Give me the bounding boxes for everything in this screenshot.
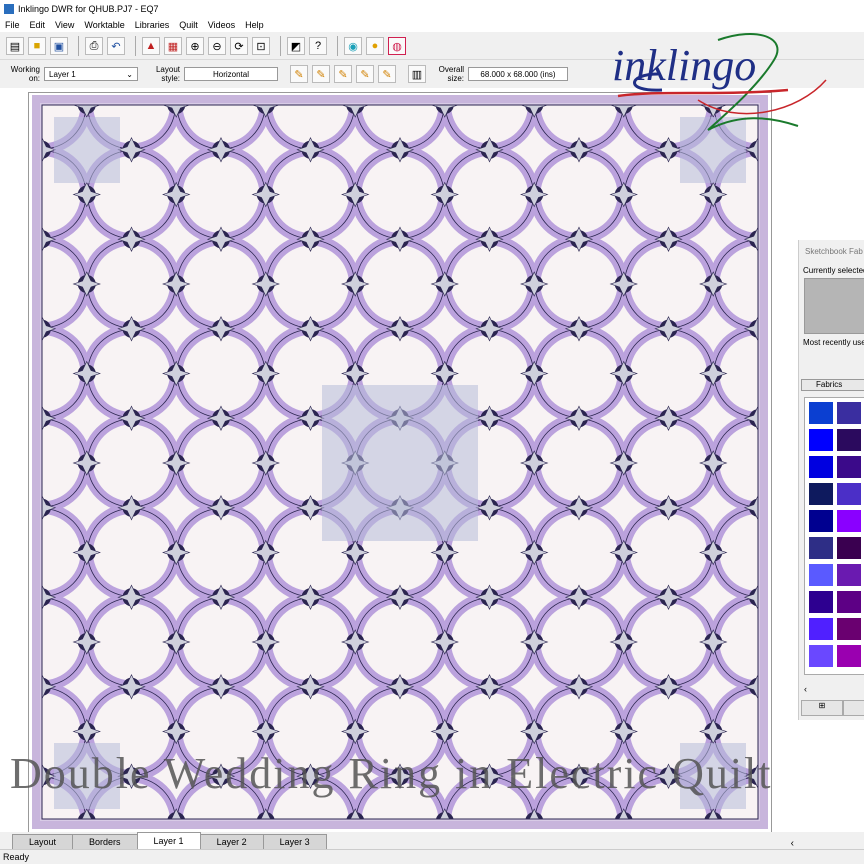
- menu-videos[interactable]: Videos: [203, 20, 240, 30]
- tab-borders[interactable]: Borders: [72, 834, 138, 849]
- tab-layer-2[interactable]: Layer 2: [199, 834, 264, 849]
- refresh-icon[interactable]: ⟳: [230, 37, 248, 55]
- zoom-in-icon[interactable]: ⊕: [186, 37, 204, 55]
- grid-view-button[interactable]: ⊞: [801, 700, 843, 716]
- menu-help[interactable]: Help: [240, 20, 269, 30]
- help-icon[interactable]: ?: [309, 37, 327, 55]
- color-tool-icon[interactable]: ●: [366, 37, 384, 55]
- blue-block: [54, 117, 120, 183]
- menu-file[interactable]: File: [0, 20, 25, 30]
- grid-view-icon[interactable]: ▥: [408, 65, 426, 83]
- status-bar: Ready: [0, 849, 864, 864]
- menu-edit[interactable]: Edit: [25, 20, 51, 30]
- toolbar-divider: [280, 36, 281, 56]
- fabric-swatch[interactable]: [837, 564, 861, 586]
- scroll-left-icon[interactable]: ‹: [804, 684, 807, 694]
- fabric-swatch[interactable]: [809, 618, 833, 640]
- image-caption: Double Wedding Ring in Electric Quilt: [10, 749, 773, 798]
- fabric-palette: [804, 397, 864, 675]
- overall-size-value: 68.000 x 68.000 (ins): [480, 69, 556, 79]
- layout-style-field[interactable]: Horizontal: [184, 67, 278, 81]
- selected-fabric-swatch: [804, 278, 864, 334]
- window-title: Inklingo DWR for QHUB.PJ7 - EQ7: [18, 3, 159, 14]
- worktable-tabs: Layout Borders Layer 1 Layer 2 Layer 3 ‹: [0, 832, 864, 849]
- new-icon[interactable]: ▤: [6, 37, 24, 55]
- save-icon[interactable]: ▣: [50, 37, 68, 55]
- fabric-tool-icon[interactable]: ◍: [388, 37, 406, 55]
- working-on-select[interactable]: Layer 1 ⌄: [44, 67, 138, 81]
- list-view-button[interactable]: [843, 700, 864, 716]
- undo-icon[interactable]: ↶: [107, 37, 125, 55]
- sketchbook-fabrics-panel: Sketchbook Fab Currently selected Most r…: [798, 240, 864, 720]
- chevron-down-icon: ⌄: [126, 69, 133, 79]
- eyedropper-tool-icon[interactable]: ✎: [378, 65, 396, 83]
- layout-tool-icon[interactable]: ◩: [287, 37, 305, 55]
- fabric-swatch[interactable]: [809, 564, 833, 586]
- fabric-swatch[interactable]: [809, 537, 833, 559]
- fabric-swatch[interactable]: [809, 402, 833, 424]
- most-recently-used-label: Most recently use: [803, 338, 864, 347]
- swap-tool-icon[interactable]: ✎: [356, 65, 374, 83]
- camera-icon[interactable]: ◉: [344, 37, 362, 55]
- brush-tool-icon[interactable]: ✎: [312, 65, 330, 83]
- fabric-swatch[interactable]: [837, 402, 861, 424]
- menu-worktable[interactable]: Worktable: [79, 20, 129, 30]
- toolbar-divider: [337, 36, 338, 56]
- fabric-swatch[interactable]: [809, 456, 833, 478]
- zoom-out-icon[interactable]: ⊖: [208, 37, 226, 55]
- fabric-swatch[interactable]: [837, 591, 861, 613]
- status-text: Ready: [3, 852, 30, 862]
- open-icon[interactable]: ■: [28, 37, 46, 55]
- fabric-swatch[interactable]: [809, 483, 833, 505]
- pencil-tool-icon[interactable]: ✎: [290, 65, 308, 83]
- fit-to-worktable-icon[interactable]: ⊡: [252, 37, 270, 55]
- print-icon[interactable]: ⎙: [85, 37, 103, 55]
- layout-style-label: Layout style:: [155, 65, 180, 83]
- working-on-value: Layer 1: [49, 69, 76, 79]
- toolbar-divider: [135, 36, 136, 56]
- tab-layout[interactable]: Layout: [12, 834, 74, 849]
- fabric-swatch[interactable]: [809, 510, 833, 532]
- svg-text:inklingo: inklingo: [612, 41, 756, 90]
- scroll-left-icon[interactable]: ‹: [791, 838, 794, 849]
- fabric-swatch[interactable]: [837, 483, 861, 505]
- toolbar-divider: [78, 36, 79, 56]
- add-to-sketchbook-icon[interactable]: ▲: [142, 37, 160, 55]
- currently-selected-label: Currently selected: [803, 266, 864, 275]
- panel-title: Sketchbook Fab: [805, 247, 863, 256]
- working-on-label: Working on:: [10, 65, 40, 83]
- menu-quilt[interactable]: Quilt: [174, 20, 203, 30]
- fabric-swatch[interactable]: [837, 645, 861, 667]
- fabric-swatch[interactable]: [809, 429, 833, 451]
- fabric-swatch[interactable]: [837, 537, 861, 559]
- overall-size-field[interactable]: 68.000 x 68.000 (ins): [468, 67, 568, 81]
- tab-layer-3[interactable]: Layer 3: [262, 834, 327, 849]
- fabric-swatch[interactable]: [837, 456, 861, 478]
- inklingo-logo: inklingo: [612, 33, 827, 131]
- layout-style-value: Horizontal: [212, 69, 249, 79]
- menu-view[interactable]: View: [50, 20, 79, 30]
- title-bar: Inklingo DWR for QHUB.PJ7 - EQ7: [0, 0, 864, 17]
- quilt-canvas[interactable]: [32, 95, 768, 829]
- fabric-swatch[interactable]: [809, 645, 833, 667]
- fabric-swatch[interactable]: [809, 591, 833, 613]
- app-icon: [4, 3, 14, 14]
- fabrics-tab[interactable]: Fabrics: [801, 379, 864, 391]
- spray-tool-icon[interactable]: ✎: [334, 65, 352, 83]
- overall-size-label: Overall size:: [438, 65, 464, 83]
- blue-block: [322, 385, 478, 541]
- tab-layer-1[interactable]: Layer 1: [136, 832, 201, 849]
- fabric-swatch[interactable]: [837, 618, 861, 640]
- menu-libraries[interactable]: Libraries: [130, 20, 175, 30]
- fabric-swatch[interactable]: [837, 510, 861, 532]
- fabric-swatch[interactable]: [837, 429, 861, 451]
- view-sketchbook-icon[interactable]: ▦: [164, 37, 182, 55]
